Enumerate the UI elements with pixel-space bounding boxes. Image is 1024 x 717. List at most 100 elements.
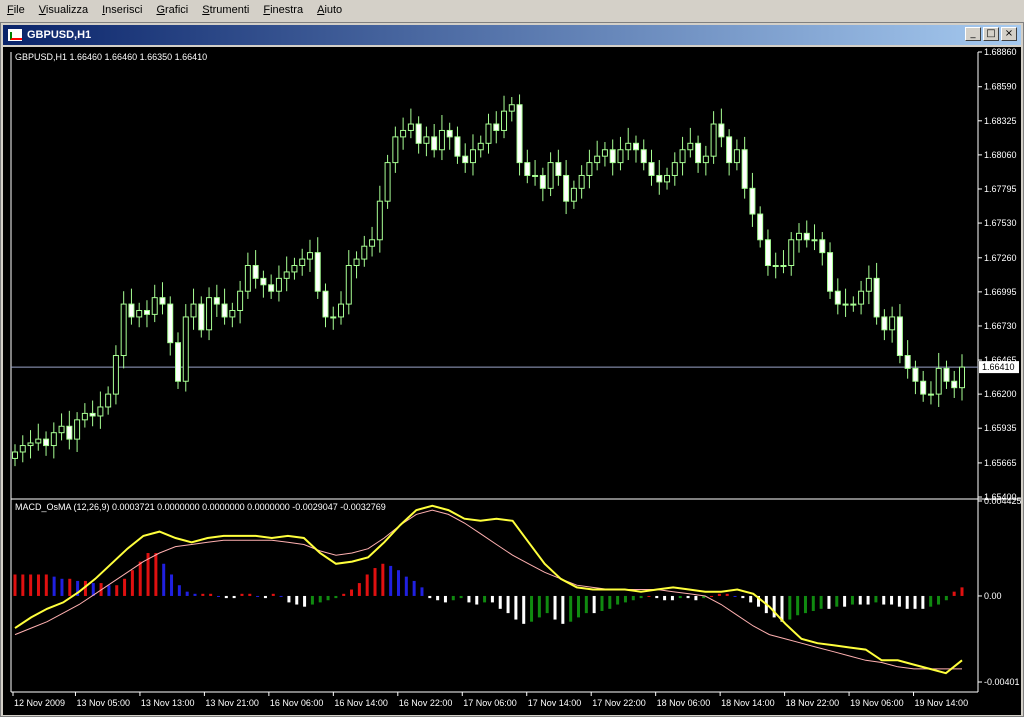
candle-body: [159, 297, 166, 305]
candle-body: [143, 310, 150, 315]
minimize-button[interactable]: _: [965, 27, 981, 41]
candle-body: [415, 123, 422, 144]
osma-histogram-bar: [123, 578, 127, 596]
osma-histogram-bar: [897, 595, 901, 607]
chart-svg[interactable]: GBPUSD,H1 1.66460 1.66460 1.66350 1.6641…: [3, 47, 1021, 715]
osma-histogram-bar: [412, 580, 416, 596]
osma-histogram-bar: [733, 595, 737, 597]
osma-histogram-bar: [357, 583, 361, 596]
osma-histogram-bar: [710, 595, 714, 597]
candle-body: [501, 110, 508, 131]
menu-finestra[interactable]: Finestra: [256, 1, 310, 20]
candle-body: [477, 142, 484, 151]
candle-body: [151, 297, 158, 315]
candle-body: [664, 174, 671, 183]
time-label: 16 Nov 06:00: [270, 698, 324, 708]
candle-body: [570, 187, 577, 202]
chart-area[interactable]: GBPUSD,H1 1.66460 1.66460 1.66350 1.6641…: [3, 47, 1021, 715]
candle-body: [314, 252, 321, 292]
osma-histogram-bar: [749, 595, 753, 603]
time-label: 19 Nov 06:00: [850, 698, 904, 708]
osma-histogram-bar: [663, 595, 667, 601]
candle-body: [671, 162, 678, 176]
time-label: 17 Nov 22:00: [592, 698, 646, 708]
candle-body: [58, 425, 65, 434]
osma-histogram-bar: [177, 585, 181, 596]
candle-body: [167, 303, 174, 344]
time-label: 18 Nov 06:00: [657, 698, 711, 708]
candle-body: [190, 303, 197, 318]
candle-body: [322, 290, 329, 318]
candle-body: [632, 142, 639, 151]
candle-body: [221, 303, 228, 318]
menu-file[interactable]: File: [0, 1, 32, 20]
osma-histogram-bar: [694, 595, 698, 601]
current-price-label: 1.66410: [982, 362, 1015, 372]
menu-aiuto[interactable]: Aiuto: [310, 1, 349, 20]
osma-histogram-bar: [600, 595, 604, 611]
candle-body: [687, 142, 694, 151]
osma-histogram-bar: [843, 595, 847, 607]
candle-body: [400, 129, 407, 138]
candle-body: [112, 355, 119, 395]
osma-histogram-bar: [890, 595, 894, 605]
osma-histogram-bar: [850, 595, 854, 605]
indicator-label: 0.004425: [984, 496, 1021, 506]
candle-body: [811, 239, 818, 242]
osma-histogram-bar: [209, 593, 213, 596]
menu-grafici[interactable]: Grafici: [149, 1, 195, 20]
osma-histogram-bar: [545, 595, 549, 614]
menu-bar: File Visualizza Inserisci Grafici Strumenti F…: [0, 0, 1024, 21]
candle-body: [182, 316, 189, 382]
osma-histogram-bar: [506, 595, 510, 614]
osma-histogram-bar: [318, 595, 322, 603]
osma-histogram-bar: [443, 595, 447, 603]
candle-body: [850, 303, 857, 306]
osma-histogram-bar: [342, 593, 346, 596]
osma-histogram-bar: [271, 593, 275, 596]
osma-histogram-bar: [404, 576, 408, 596]
osma-histogram-bar: [537, 595, 541, 618]
candle-body: [244, 264, 251, 292]
restore-button[interactable]: □: [983, 27, 999, 41]
osma-histogram-bar: [256, 595, 260, 597]
candle-body: [252, 264, 259, 279]
close-button[interactable]: ×: [1001, 27, 1017, 41]
candle-body: [881, 316, 888, 331]
candle-body: [702, 155, 709, 164]
candle-body: [206, 297, 213, 331]
osma-histogram-bar: [725, 593, 729, 596]
osma-histogram-bar: [279, 595, 283, 597]
candle-body: [764, 239, 771, 266]
candle-body: [431, 136, 438, 151]
candle-body: [128, 303, 135, 318]
candle-body: [927, 393, 934, 396]
osma-histogram-bar: [623, 595, 627, 603]
candle-body: [780, 264, 787, 267]
osma-histogram-bar: [937, 595, 941, 605]
candle-body: [772, 264, 779, 267]
candle-body: [423, 136, 430, 144]
menu-visualizza[interactable]: Visualizza: [32, 1, 95, 20]
candle-body: [834, 290, 841, 305]
osma-histogram-bar: [811, 595, 815, 611]
menu-strumenti[interactable]: Strumenti: [195, 1, 256, 20]
candle-body: [625, 142, 632, 151]
candle-body: [306, 252, 313, 260]
candle-body: [679, 149, 686, 164]
osma-histogram-bar: [952, 591, 956, 596]
indicator-panel-header: MACD_OsMA (12,26,9) 0.0003721 0.0000000 …: [15, 502, 386, 512]
candle-body: [935, 367, 942, 395]
osma-histogram-bar: [819, 595, 823, 609]
chart-window-titlebar[interactable]: GBPUSD,H1 _ □ ×: [3, 25, 1021, 45]
osma-histogram-bar: [616, 595, 620, 605]
candle-body: [896, 316, 903, 357]
osma-histogram-bar: [216, 595, 220, 597]
osma-histogram-bar: [29, 574, 33, 596]
candle-body: [237, 290, 244, 312]
osma-histogram-bar: [287, 595, 291, 603]
candle-body: [283, 271, 290, 279]
osma-histogram-bar: [678, 595, 682, 599]
menu-inserisci[interactable]: Inserisci: [95, 1, 149, 20]
candle-body: [873, 277, 880, 318]
